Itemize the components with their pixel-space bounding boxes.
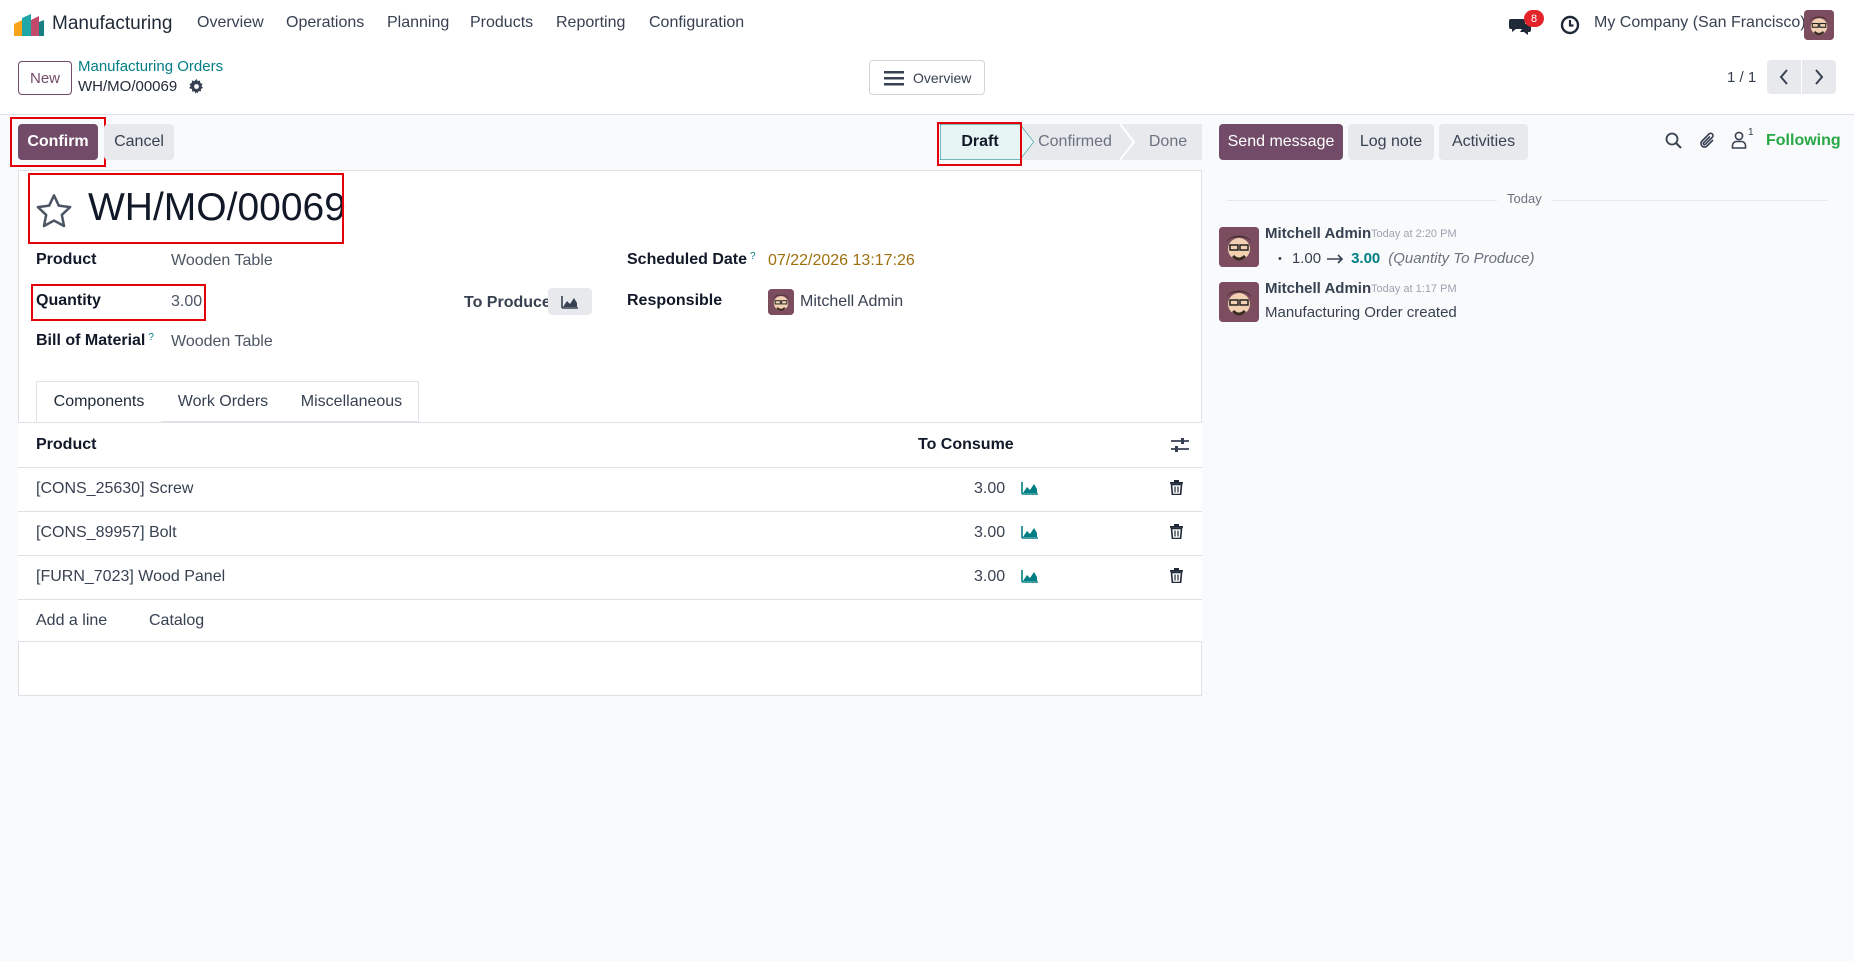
area-chart-icon[interactable] [1021,525,1039,539]
table-row[interactable]: [CONS_25630] Screw 3.00 [18,468,1202,512]
activity-clock-icon[interactable] [1560,15,1580,35]
menu-overview[interactable]: Overview [197,14,264,32]
table-header: Product To Consume [18,423,1202,468]
stage-confirmed[interactable]: Confirmed [1030,124,1120,160]
user-avatar[interactable] [1804,10,1834,40]
message-avatar[interactable] [1219,227,1259,267]
tracking-change: • 1.00 3.00 (Quantity To Produce) [1278,250,1534,267]
bom-label-text: Bill of Material [36,332,146,349]
confirm-button[interactable]: Confirm [18,124,98,160]
column-to-consume[interactable]: To Consume [918,436,1014,454]
message-avatar[interactable] [1219,282,1259,322]
scheduled-date-label-text: Scheduled Date [627,251,748,268]
trash-icon[interactable] [1170,524,1183,539]
row-product[interactable]: [CONS_89957] Bolt [36,524,177,542]
followers-count: 1 [1748,127,1754,138]
top-navbar: Manufacturing Overview Operations Planni… [0,0,1854,50]
status-bar: Draft Confirmed Done [940,124,1202,160]
responsible-avatar [768,289,794,315]
column-product[interactable]: Product [36,436,96,454]
stage-done[interactable]: Done [1134,124,1202,160]
pager-previous-button[interactable] [1767,60,1801,94]
stage-draft[interactable]: Draft [940,124,1020,160]
scheduled-date-label: Scheduled Date? [627,251,756,269]
activities-button[interactable]: Activities [1439,124,1528,160]
hamburger-icon [884,70,904,86]
trash-icon[interactable] [1170,568,1183,583]
app-name[interactable]: Manufacturing [52,13,172,35]
to-produce-label: To Produce [464,294,551,311]
tracked-field: (Quantity To Produce) [1388,250,1535,267]
paperclip-icon[interactable] [1699,131,1716,150]
message-time: Today at 2:20 PM [1371,228,1457,240]
breadcrumb-parent[interactable]: Manufacturing Orders [78,58,223,75]
forecast-chart-button[interactable] [548,288,592,315]
bom-label: Bill of Material? [36,332,154,350]
new-value: 3.00 [1351,250,1381,267]
record-title: WH/MO/00069 [88,186,346,229]
responsible-label: Responsible [627,292,723,309]
menu-configuration[interactable]: Configuration [649,14,744,32]
tab-components[interactable]: Components [36,381,162,422]
row-qty[interactable]: 3.00 [974,480,1005,498]
manufacturing-app-icon[interactable] [14,14,44,36]
row-qty[interactable]: 3.00 [974,524,1005,542]
trash-icon[interactable] [1170,480,1183,495]
arrow-right-icon [1327,253,1345,264]
cancel-button[interactable]: Cancel [104,124,174,160]
chevron-left-icon [1779,69,1788,85]
message-author[interactable]: Mitchell Admin [1265,225,1371,242]
row-product[interactable]: [FURN_7023] Wood Panel [36,568,225,586]
search-icon[interactable] [1665,132,1682,149]
star-icon[interactable] [35,193,73,229]
followers-icon[interactable] [1731,131,1747,149]
product-field[interactable]: Wooden Table [171,252,273,270]
company-switcher[interactable]: My Company (San Francisco) [1594,14,1806,32]
bullet: • [1278,252,1282,265]
old-value: 1.00 [1291,250,1322,267]
menu-operations[interactable]: Operations [286,14,364,32]
bom-field[interactable]: Wooden Table [171,333,273,351]
pager-next-button[interactable] [1802,60,1836,94]
responsible-field[interactable]: Mitchell Admin [800,293,903,311]
menu-reporting[interactable]: Reporting [556,14,625,32]
scheduled-help-icon[interactable]: ? [750,251,756,262]
table-row[interactable]: [FURN_7023] Wood Panel 3.00 [18,556,1202,600]
messages-badge: 8 [1524,10,1544,27]
tab-miscellaneous[interactable]: Miscellaneous [285,381,419,422]
area-chart-icon [561,295,578,309]
quantity-field[interactable]: 3.00 [171,293,202,311]
menu-planning[interactable]: Planning [387,14,449,32]
pager-value[interactable]: 1 / 1 [1727,69,1756,86]
optional-columns-icon[interactable] [1171,437,1189,453]
scheduled-date-field[interactable]: 07/22/2026 13:17:26 [768,252,915,270]
area-chart-icon[interactable] [1021,569,1039,583]
breadcrumb-current: WH/MO/00069 [78,78,178,95]
overview-button[interactable]: Overview [869,60,985,95]
new-button[interactable]: New [18,61,72,95]
message-author[interactable]: Mitchell Admin [1265,280,1371,297]
menu-products[interactable]: Products [470,14,533,32]
bom-help-icon[interactable]: ? [148,332,154,343]
product-label: Product [36,251,97,268]
area-chart-icon[interactable] [1021,481,1039,495]
message-time: Today at 1:17 PM [1371,283,1457,295]
quantity-label: Quantity [36,292,101,309]
send-message-button[interactable]: Send message [1219,124,1343,160]
table-row[interactable]: [CONS_89957] Bolt 3.00 [18,512,1202,556]
tab-work-orders[interactable]: Work Orders [161,381,286,422]
chevron-right-icon [1815,69,1824,85]
row-qty[interactable]: 3.00 [974,568,1005,586]
row-product[interactable]: [CONS_25630] Screw [36,480,193,498]
date-separator: Today [1497,191,1552,206]
overview-label: Overview [913,69,972,86]
following-toggle[interactable]: Following [1766,132,1841,150]
gear-icon[interactable] [189,79,204,94]
message-body: Manufacturing Order created [1265,304,1457,321]
add-line-link[interactable]: Add a line [36,612,107,630]
table-footer-actions: Add a line Catalog [18,600,1202,642]
catalog-link[interactable]: Catalog [149,612,204,630]
log-note-button[interactable]: Log note [1348,124,1434,160]
